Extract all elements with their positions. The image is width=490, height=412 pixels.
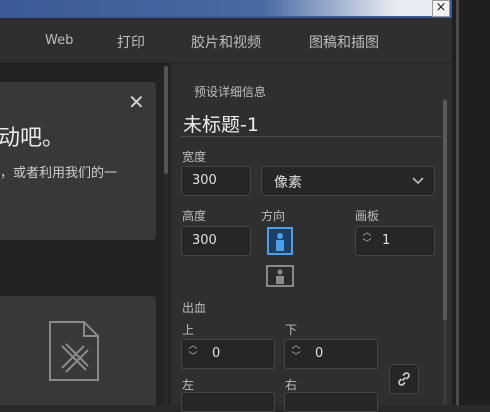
- welcome-heading: 动吧。: [0, 126, 65, 151]
- stepper-arrows-icon[interactable]: ︿ ﹀: [186, 341, 200, 369]
- bleed-top-value: 0: [212, 346, 221, 361]
- tab-film-video[interactable]: 胶片和视频: [191, 32, 261, 52]
- portrait-orientation-icon[interactable]: [267, 227, 293, 255]
- bleed-label: 出血: [182, 301, 207, 315]
- height-label: 高度: [182, 209, 207, 223]
- presets-scrollbar[interactable]: [164, 66, 168, 405]
- units-dropdown[interactable]: 像素: [261, 166, 435, 196]
- bleed-left-stepper[interactable]: [181, 392, 275, 412]
- link-icon: [398, 372, 410, 386]
- bleed-bottom-value: 0: [315, 346, 324, 361]
- bleed-left-label: 左: [182, 378, 195, 392]
- welcome-body: ，或者利用我们的一: [0, 166, 118, 181]
- document-ruler-pencil-icon: [49, 321, 99, 381]
- bleed-right-label: 右: [285, 378, 298, 392]
- width-label: 宽度: [182, 150, 207, 164]
- tab-art-illustration[interactable]: 图稿和插图: [309, 32, 379, 52]
- stepper-arrows-icon[interactable]: ︿ ﹀: [360, 228, 374, 256]
- document-name[interactable]: 未标题-1: [183, 110, 259, 137]
- landscape-orientation-icon[interactable]: [266, 265, 294, 287]
- orientation-label: 方向: [261, 209, 286, 223]
- units-value: 像素: [274, 175, 302, 191]
- bleed-bottom-stepper[interactable]: ︿ ﹀ 0: [284, 339, 378, 369]
- width-value: 300: [192, 173, 217, 188]
- close-icon[interactable]: ✕: [128, 90, 145, 114]
- window-title-bar: [0, 0, 490, 18]
- blank-document-card[interactable]: [0, 296, 156, 405]
- artboards-value: 1: [382, 233, 391, 248]
- bleed-top-label: 上: [182, 323, 195, 337]
- tab-print[interactable]: 打印: [117, 32, 145, 52]
- details-scrollbar[interactable]: [443, 100, 447, 405]
- height-value: 300: [192, 233, 217, 248]
- details-section-title: 预设详细信息: [194, 85, 267, 99]
- link-bleed-button[interactable]: [389, 364, 419, 394]
- bleed-right-stepper[interactable]: [284, 392, 378, 412]
- preset-category-tabs: Web 打印 胶片和视频 图稿和插图: [0, 18, 452, 63]
- bleed-top-stepper[interactable]: ︿ ﹀ 0: [181, 339, 275, 369]
- height-input[interactable]: 300: [181, 226, 251, 256]
- stepper-arrows-icon[interactable]: ︿ ﹀: [289, 341, 303, 369]
- window-right-edge: [452, 0, 490, 405]
- width-input[interactable]: 300: [181, 166, 251, 196]
- document-name-underline: [180, 136, 442, 137]
- artboards-label: 画板: [355, 209, 380, 223]
- tab-web[interactable]: Web: [45, 33, 73, 48]
- bleed-bottom-label: 下: [285, 323, 298, 337]
- window-close-button[interactable]: ×: [432, 0, 450, 17]
- artboards-stepper[interactable]: ︿ ﹀ 1: [355, 226, 435, 256]
- welcome-card: ✕ 动吧。 ，或者利用我们的一: [0, 82, 156, 240]
- chevron-down-icon: [412, 177, 424, 185]
